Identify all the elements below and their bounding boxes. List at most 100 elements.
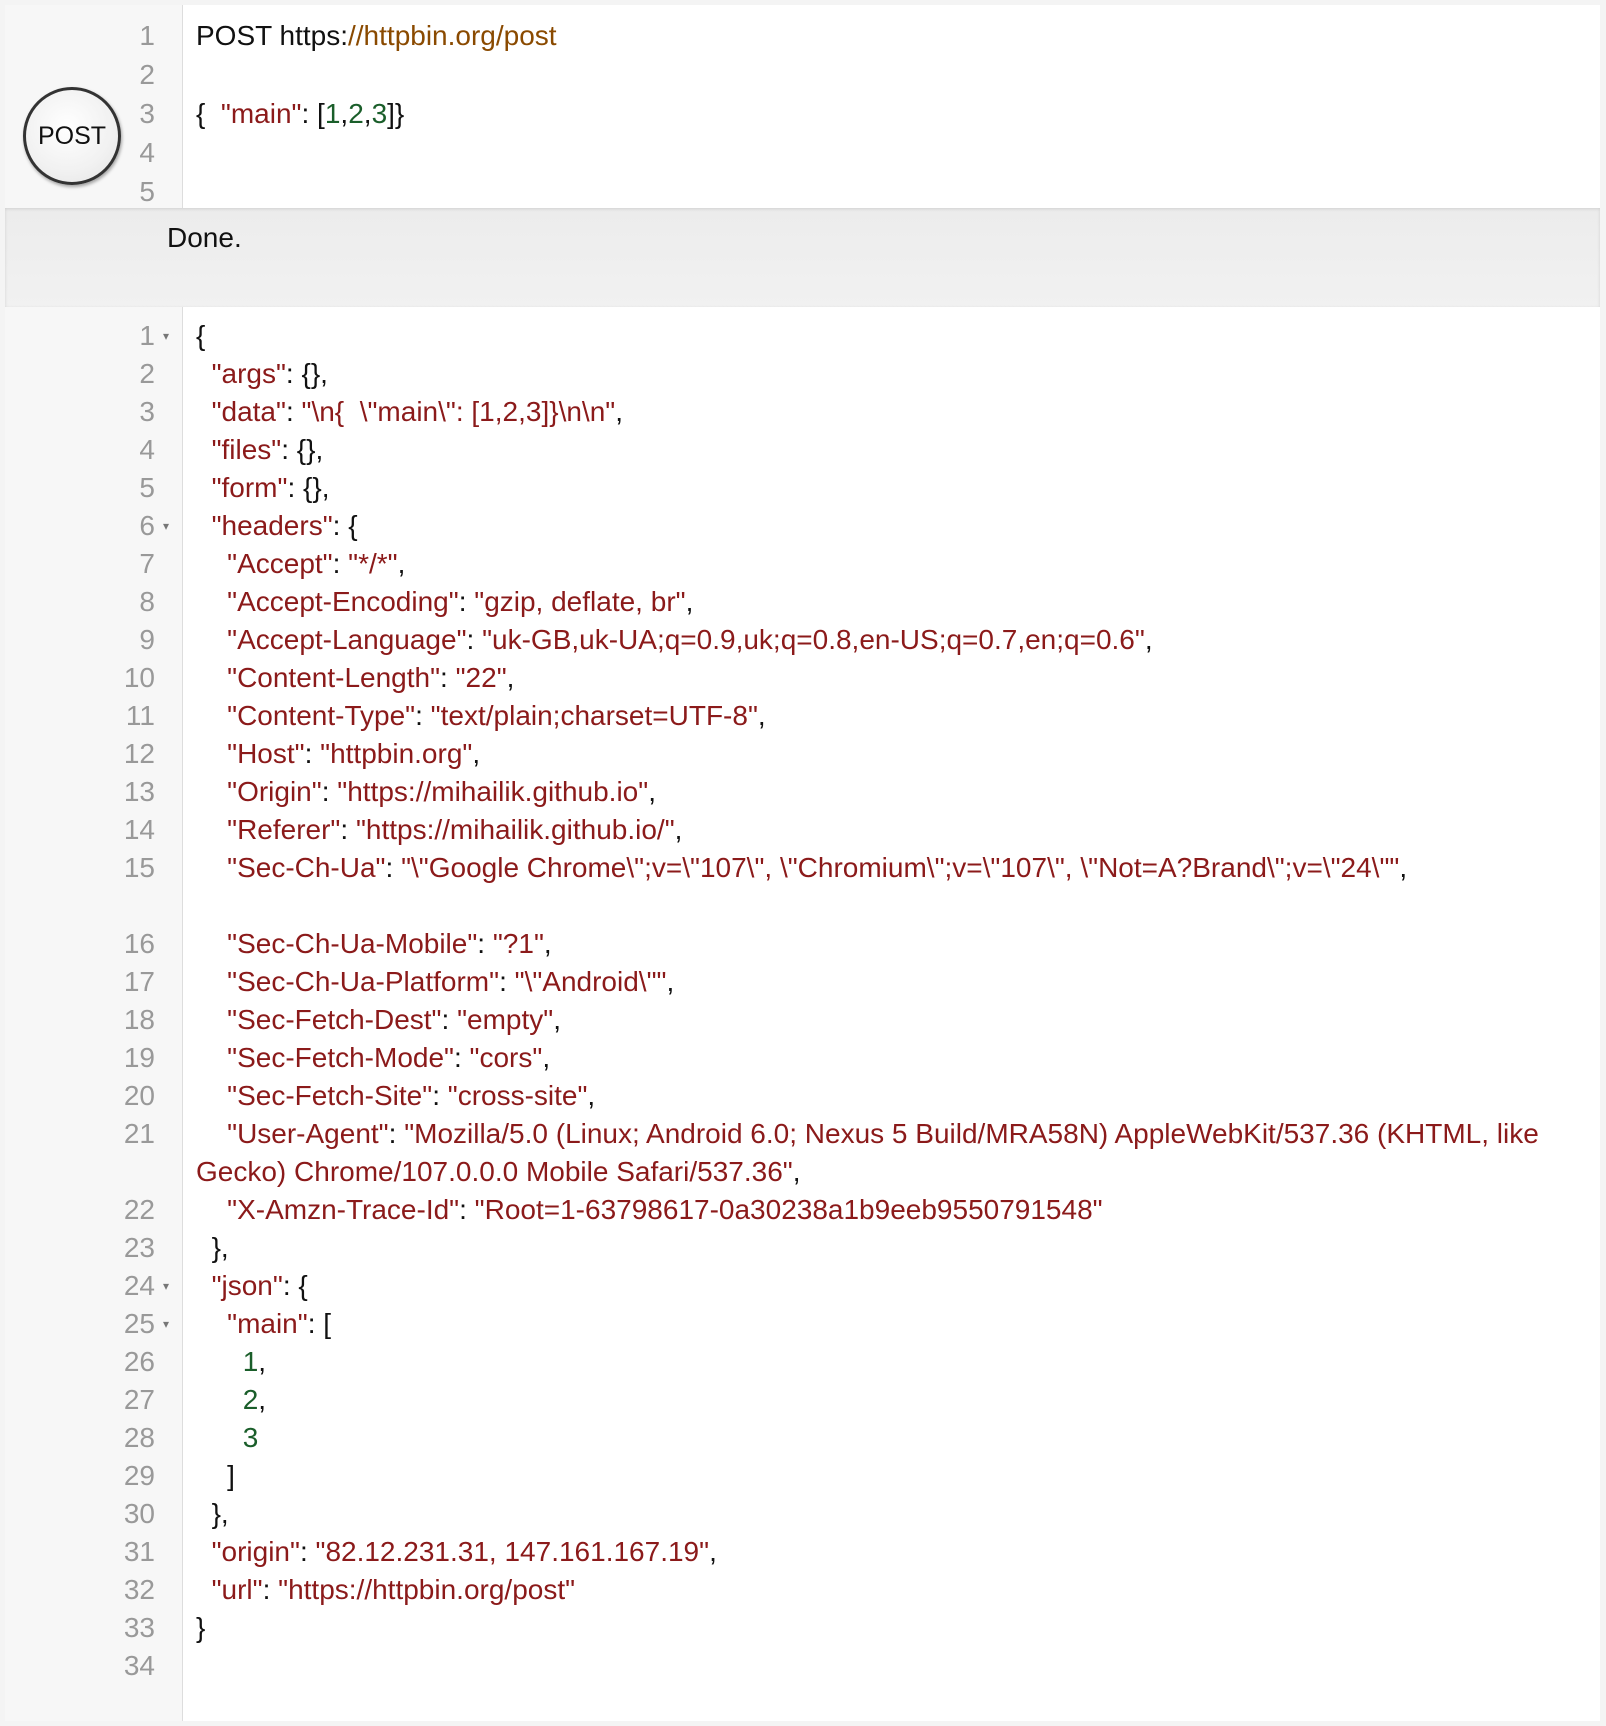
line-number: 18 <box>123 1004 155 1035</box>
json-key: "X-Amzn-Trace-Id" <box>227 1194 460 1225</box>
json-colon: : <box>458 586 475 617</box>
json-comma: , <box>553 1004 561 1035</box>
json-comma: , <box>258 1384 267 1415</box>
json-number: 1 <box>242 1346 259 1377</box>
code-line: }, <box>196 1495 1580 1533</box>
request-text-area[interactable]: POST https://httpbin.org/post { "main": … <box>183 5 1600 208</box>
json-colon: : <box>299 1536 316 1567</box>
fold-arrow-icon[interactable]: ▾ <box>163 1267 169 1305</box>
json-key: "Sec-Fetch-Dest" <box>227 1004 442 1035</box>
json-key: "Sec-Fetch-Mode" <box>227 1042 454 1073</box>
json-key: "form" <box>211 472 288 503</box>
json-key: "main" <box>227 1308 308 1339</box>
json-string: "https://mihailik.github.io/" <box>355 814 675 845</box>
json-string: "https://mihailik.github.io" <box>337 776 649 807</box>
json-punct: : {}, <box>281 434 324 465</box>
json-string: "gzip, deflate, br" <box>474 586 686 617</box>
json-brace: } <box>196 1612 206 1643</box>
json-punct: : {}, <box>285 358 328 389</box>
json-colon: : <box>388 1118 405 1149</box>
line-number: 19 <box>123 1042 155 1073</box>
body-number: 1 <box>324 98 341 129</box>
json-colon: : <box>385 852 402 883</box>
post-button[interactable]: POST <box>23 87 121 185</box>
json-comma: , <box>506 662 515 693</box>
body-number: 2 <box>348 98 364 129</box>
json-key: "Referer" <box>227 814 341 845</box>
body-key: "main" <box>220 98 302 129</box>
line-number: 3 <box>139 396 155 427</box>
response-editor[interactable]: 1 ▾ 2 3 4 5 6 ▾ 7 8 9 10 11 12 13 14 15 … <box>5 307 1600 1721</box>
json-punct: ] <box>227 1460 235 1491</box>
line-number: 1 <box>139 320 155 351</box>
body-brace: { <box>196 98 221 129</box>
line-number: 1 <box>139 20 155 51</box>
code-line: "Sec-Ch-Ua-Mobile": "?1", <box>196 925 1580 963</box>
json-comma: , <box>757 700 766 731</box>
json-key: "Accept" <box>227 548 333 579</box>
json-colon: : <box>415 700 431 731</box>
code-line: "args": {}, <box>196 355 1580 393</box>
json-string: "\"Google Chrome\";v=\"107\", \"Chromium… <box>401 852 1400 883</box>
json-colon: : <box>432 1080 448 1111</box>
json-key: "Sec-Fetch-Site" <box>227 1080 433 1111</box>
code-line: "Content-Type": "text/plain;charset=UTF-… <box>196 697 1580 735</box>
json-brace: { <box>196 320 206 351</box>
request-line-body[interactable]: { "main": [1,2,3]} <box>196 95 1580 133</box>
status-text: Done. <box>167 222 242 253</box>
code-line: "Host": "httpbin.org", <box>196 735 1580 773</box>
line-number: 6 <box>139 510 155 541</box>
json-comma: , <box>397 548 406 579</box>
json-key: "files" <box>211 434 282 465</box>
json-string: "Root=1-63798617-0a30238a1b9eeb955079154… <box>474 1194 1103 1225</box>
code-line: "Accept": "*/*", <box>196 545 1580 583</box>
json-punct: : { <box>332 510 358 541</box>
json-string: "https://httpbin.org/post" <box>278 1574 576 1605</box>
line-number: 34 <box>123 1650 155 1681</box>
line-number: 23 <box>123 1232 155 1263</box>
json-colon: : <box>262 1574 279 1605</box>
json-key: "User-Agent" <box>227 1118 389 1149</box>
fold-arrow-icon[interactable]: ▾ <box>163 507 169 545</box>
line-number: 22 <box>123 1194 155 1225</box>
json-comma: , <box>472 738 481 769</box>
json-comma: , <box>543 928 552 959</box>
code-line: 3 <box>196 1419 1580 1457</box>
json-colon: : <box>499 966 515 997</box>
line-number: 14 <box>123 814 155 845</box>
code-line: "Referer": "https://mihailik.github.io/"… <box>196 811 1580 849</box>
code-line: "files": {}, <box>196 431 1580 469</box>
json-colon: : <box>453 1042 470 1073</box>
json-colon: : <box>477 928 493 959</box>
line-number: 30 <box>123 1498 155 1529</box>
line-number: 28 <box>123 1422 155 1453</box>
line-number: 24 <box>123 1270 155 1301</box>
body-comma: , <box>363 98 372 129</box>
response-text-area[interactable]: { "args": {}, "data": "\n{ \"main\": [1,… <box>183 307 1600 1721</box>
code-line: "Accept-Encoding": "gzip, deflate, br", <box>196 583 1580 621</box>
json-key: "Sec-Ch-Ua" <box>227 852 386 883</box>
fold-arrow-icon[interactable]: ▾ <box>163 317 169 355</box>
json-string: "uk-GB,uk-UA;q=0.9,uk;q=0.8,en-US;q=0.7,… <box>482 624 1145 655</box>
json-string: "*/*" <box>348 548 398 579</box>
code-line: "Origin": "https://mihailik.github.io", <box>196 773 1580 811</box>
json-comma: , <box>1144 624 1153 655</box>
code-line: "origin": "82.12.231.31, 147.161.167.19"… <box>196 1533 1580 1571</box>
json-key: "Accept-Encoding" <box>227 586 459 617</box>
line-number: 17 <box>123 966 155 997</box>
json-colon: : <box>285 396 302 427</box>
fold-arrow-icon[interactable]: ▾ <box>163 1305 169 1343</box>
request-method: POST <box>196 20 272 51</box>
json-key: "Sec-Ch-Ua-Mobile" <box>227 928 478 959</box>
request-line-url[interactable]: POST https://httpbin.org/post <box>196 17 1580 55</box>
request-editor[interactable]: 1 2 3 4 5 POST https://httpbin.org/post … <box>5 5 1600 208</box>
body-number: 3 <box>371 98 388 129</box>
json-key: "origin" <box>211 1536 300 1567</box>
json-key: "Host" <box>227 738 305 769</box>
json-punct: }, <box>211 1498 229 1529</box>
json-string: "cross-site" <box>447 1080 588 1111</box>
line-number: 12 <box>123 738 155 769</box>
body-close: ]} <box>387 98 405 129</box>
body-colon: : [ <box>301 98 325 129</box>
json-string: "text/plain;charset=UTF-8" <box>430 700 758 731</box>
